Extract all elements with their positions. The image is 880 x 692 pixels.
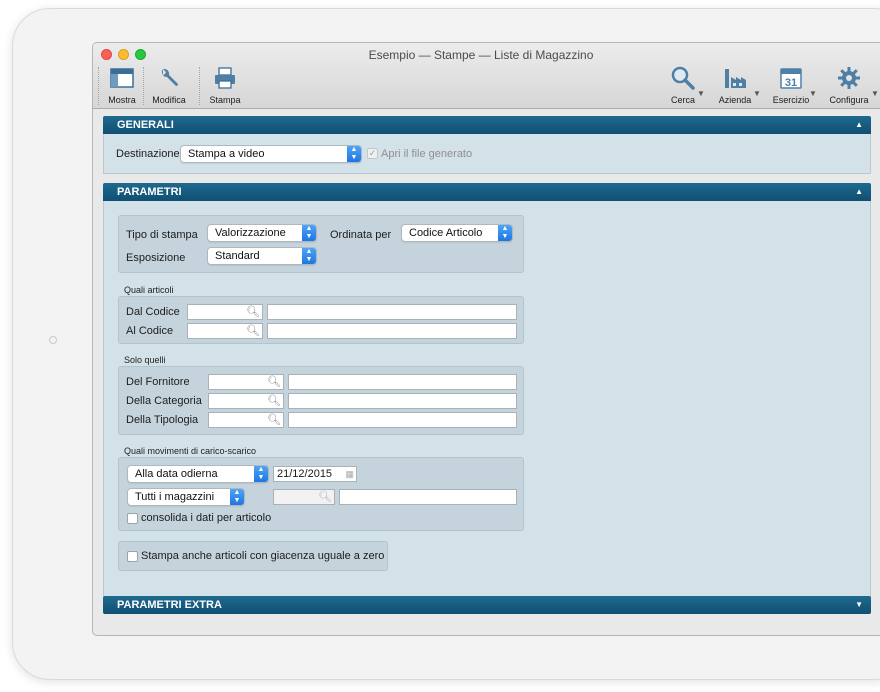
toolbar-separator — [98, 67, 99, 105]
select-stepper-icon: ▲ ▼ — [254, 466, 268, 482]
tipo-stampa-label: Tipo di stampa — [126, 229, 198, 241]
gear-icon — [837, 63, 861, 93]
toolbar-separator — [143, 67, 144, 105]
toolbar-configura-button[interactable]: Configura — [827, 63, 871, 105]
magazzini-select[interactable]: Tutti i magazzini ▲ ▼ — [127, 488, 245, 506]
parametri-extra-header[interactable]: PARAMETRI EXTRA ▼ — [103, 596, 871, 614]
factory-icon — [722, 63, 748, 93]
tipo-stampa-select[interactable]: Valorizzazione ▲ ▼ — [207, 224, 317, 242]
consolida-label: consolida i dati per articolo — [141, 512, 272, 524]
toolbar-stampa-button[interactable]: Stampa — [207, 63, 243, 105]
home-indicator — [49, 336, 57, 344]
date-input[interactable]: 21/12/2015 ▦ — [273, 466, 357, 482]
categoria-label: Della Categoria — [126, 395, 202, 407]
magazzino-description — [339, 489, 517, 505]
collapse-icon[interactable]: ▲ — [855, 120, 863, 129]
search-icon[interactable]: 🔍︎ — [246, 306, 260, 319]
movimenti-group: Alla data odierna ▲ ▼ 21/12/2015 ▦ Tutti … — [118, 457, 524, 531]
chevron-down-icon[interactable]: ▼ — [871, 89, 879, 98]
apri-file-label: Apri il file generato — [381, 148, 473, 160]
generali-body: Destinazione Stampa a video ▲ ▼ ✓ Apri il… — [103, 134, 871, 174]
tipologia-label: Della Tipologia — [126, 414, 199, 426]
toolbar-cerca-button[interactable]: Cerca — [667, 63, 699, 105]
quali-articoli-title: Quali articoli — [124, 285, 174, 295]
parametri-section: PARAMETRI ▲ Tipo di stampa Valorizzazion… — [103, 183, 871, 597]
fornitore-label: Del Fornitore — [126, 376, 190, 388]
expand-icon[interactable]: ▼ — [855, 600, 863, 609]
search-icon[interactable]: 🔍︎ — [267, 414, 281, 427]
apri-file-checkbox[interactable]: ✓ — [367, 148, 378, 159]
chevron-down-icon[interactable]: ▼ — [697, 89, 705, 98]
ordinata-per-label: Ordinata per — [330, 229, 392, 241]
destinazione-select[interactable]: Stampa a video ▲ ▼ — [180, 145, 362, 163]
toolbar-azienda-button[interactable]: Azienda — [715, 63, 755, 105]
fornitore-description — [288, 374, 517, 390]
destinazione-label: Destinazione — [116, 148, 180, 160]
magazzino-input[interactable]: 🔍︎ — [273, 489, 335, 505]
toolbar-separator — [199, 67, 200, 105]
data-mode-select[interactable]: Alla data odierna ▲ ▼ — [127, 465, 269, 483]
al-codice-input[interactable]: 🔍︎ — [187, 323, 263, 339]
svg-text:31: 31 — [785, 77, 797, 89]
show-window-icon — [110, 63, 134, 93]
printer-icon — [213, 63, 237, 93]
title-bar: Esempio — Stampe — Liste di Magazzino Mo… — [93, 43, 880, 109]
tipologia-input[interactable]: 🔍︎ — [208, 412, 284, 428]
select-stepper-icon: ▲ ▼ — [302, 225, 316, 241]
magnifier-icon — [670, 63, 696, 93]
esposizione-select[interactable]: Standard ▲ ▼ — [207, 247, 317, 265]
movimenti-title: Quali movimenti di carico-scarico — [124, 446, 257, 456]
parametri-header[interactable]: PARAMETRI ▲ — [103, 183, 871, 201]
window-title: Esempio — Stampe — Liste di Magazzino — [368, 48, 594, 62]
giacenza-zero-checkbox[interactable] — [127, 551, 138, 562]
fornitore-input[interactable]: 🔍︎ — [208, 374, 284, 390]
consolida-checkbox[interactable] — [127, 513, 138, 524]
parametri-extra-section: PARAMETRI EXTRA ▼ — [103, 596, 871, 614]
search-icon[interactable]: 🔍︎ — [318, 491, 332, 504]
al-codice-description — [267, 323, 517, 339]
collapse-icon[interactable]: ▲ — [855, 187, 863, 196]
dal-codice-label: Dal Codice — [126, 306, 180, 318]
select-stepper-icon: ▲ ▼ — [347, 146, 361, 162]
quali-articoli-group: Dal Codice 🔍︎ Al Codice 🔍︎ — [118, 296, 524, 344]
search-icon[interactable]: 🔍︎ — [246, 325, 260, 338]
wrench-icon — [157, 63, 181, 93]
giacenza-zero-label: Stampa anche articoli con giacenza ugual… — [141, 550, 385, 562]
select-stepper-icon: ▲ ▼ — [302, 248, 316, 264]
select-stepper-icon: ▲ ▼ — [230, 489, 244, 505]
ordinata-per-select[interactable]: Codice Articolo ▲ ▼ — [401, 224, 513, 242]
dal-codice-description — [267, 304, 517, 320]
dal-codice-input[interactable]: 🔍︎ — [187, 304, 263, 320]
parametri-body: Tipo di stampa Valorizzazione ▲ ▼ Ordinat… — [103, 201, 871, 597]
toolbar-esercizio-button[interactable]: 31 Esercizio — [769, 63, 813, 105]
categoria-description — [288, 393, 517, 409]
categoria-input[interactable]: 🔍︎ — [208, 393, 284, 409]
calendar-icon: 31 — [779, 63, 803, 93]
esposizione-label: Esposizione — [126, 252, 186, 264]
toolbar-modifica-button[interactable]: Modifica — [149, 63, 189, 105]
search-icon[interactable]: 🔍︎ — [267, 395, 281, 408]
chevron-down-icon[interactable]: ▼ — [753, 89, 761, 98]
toolbar-mostra-button[interactable]: Mostra — [105, 63, 139, 105]
al-codice-label: Al Codice — [126, 325, 174, 337]
tipo-stampa-group: Tipo di stampa Valorizzazione ▲ ▼ Ordinat… — [118, 215, 524, 273]
solo-quelli-group: Del Fornitore 🔍︎ Della Categoria 🔍︎ Dell… — [118, 366, 524, 435]
app-window: Esempio — Stampe — Liste di Magazzino Mo… — [92, 42, 880, 636]
search-icon[interactable]: 🔍︎ — [267, 376, 281, 389]
generali-header[interactable]: GENERALI ▲ — [103, 116, 871, 134]
calendar-picker-icon[interactable]: ▦ — [345, 468, 354, 481]
tipologia-description — [288, 412, 517, 428]
giacenza-group: Stampa anche articoli con giacenza ugual… — [118, 541, 388, 571]
select-stepper-icon: ▲ ▼ — [498, 225, 512, 241]
chevron-down-icon[interactable]: ▼ — [809, 89, 817, 98]
solo-quelli-title: Solo quelli — [124, 355, 166, 365]
generali-section: GENERALI ▲ Destinazione Stampa a video ▲… — [103, 116, 871, 174]
